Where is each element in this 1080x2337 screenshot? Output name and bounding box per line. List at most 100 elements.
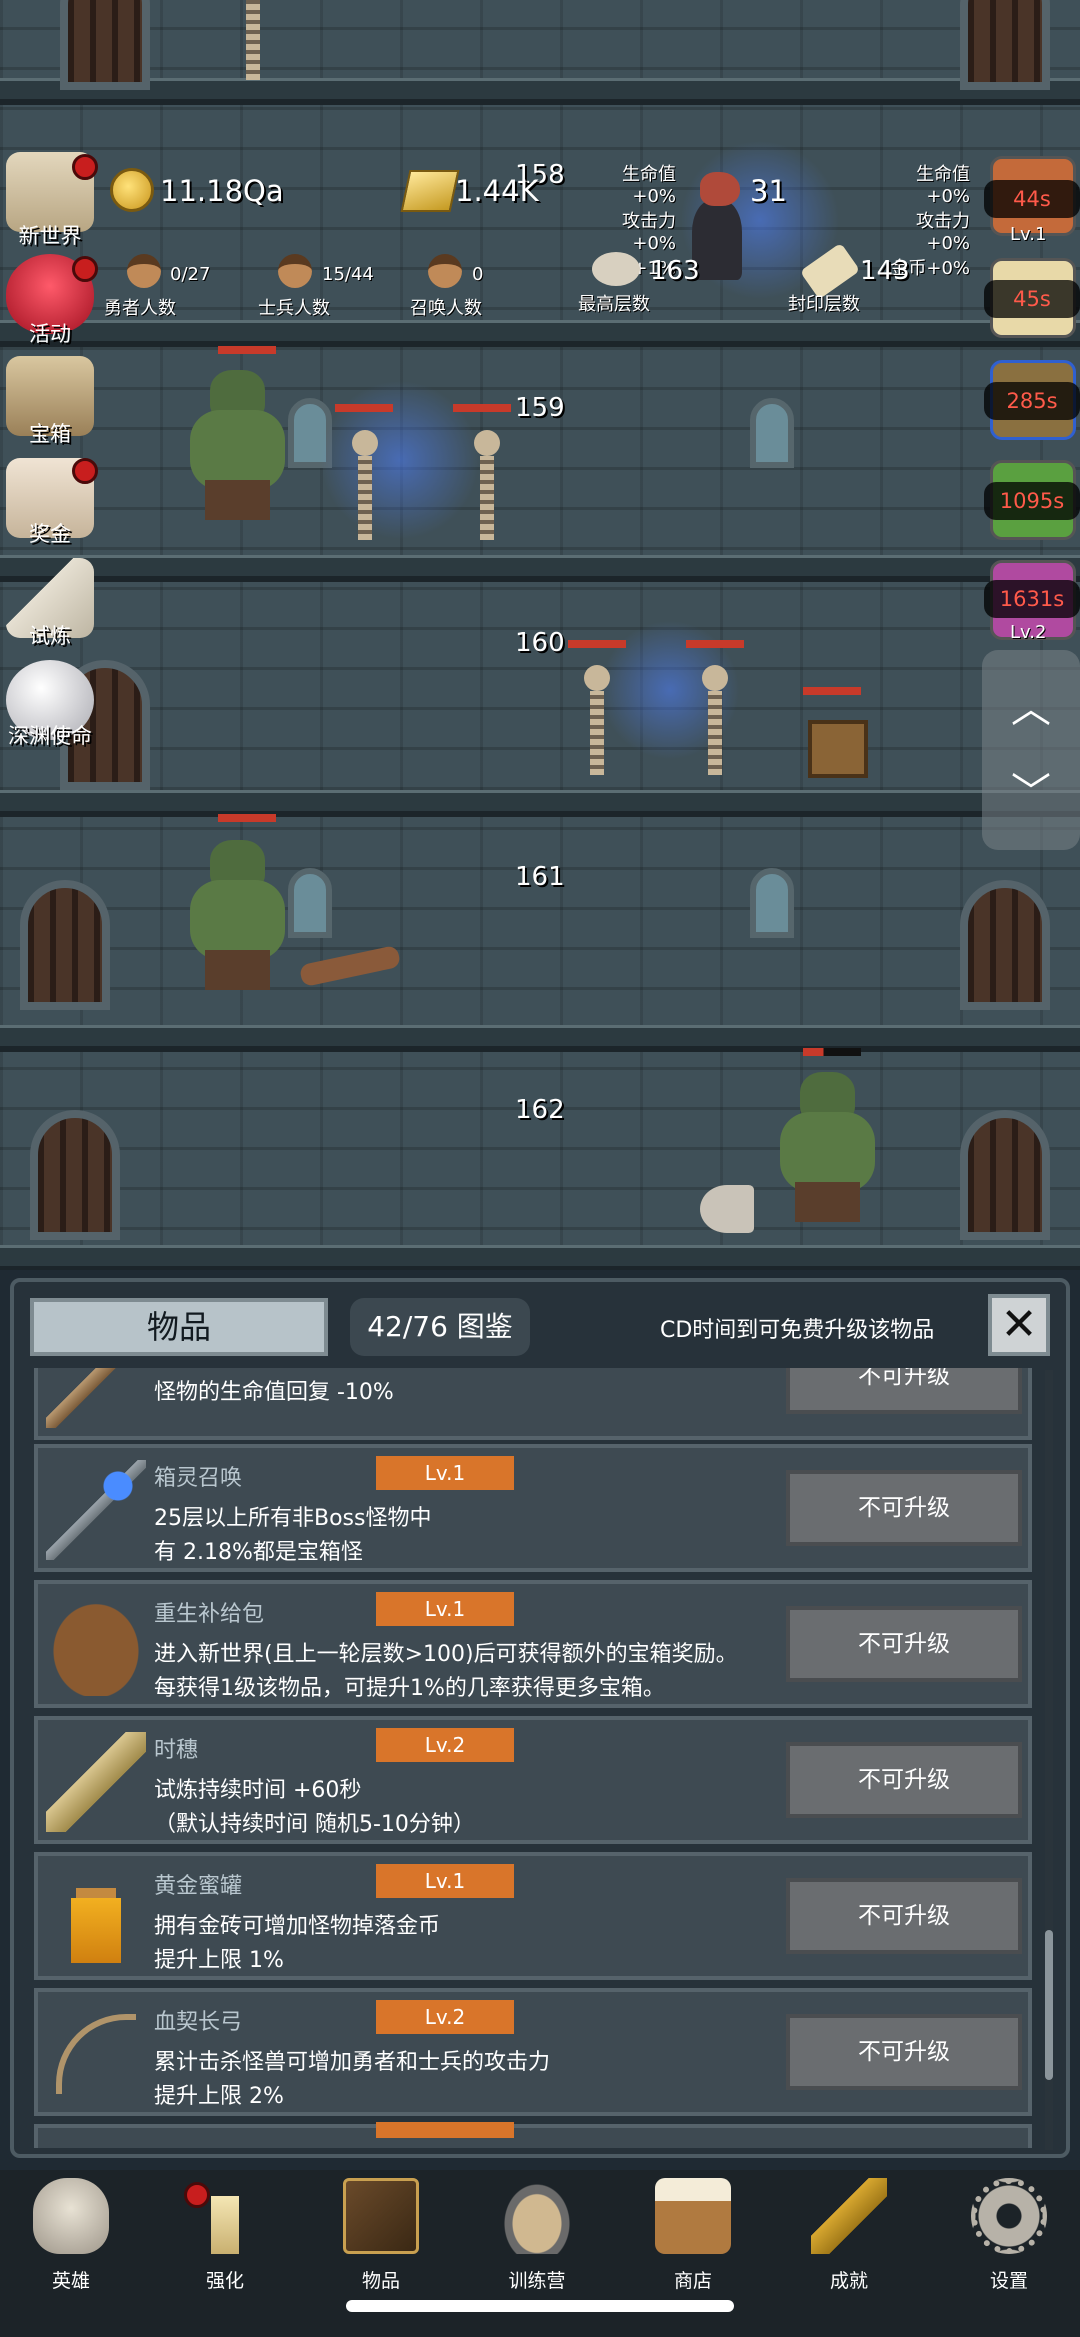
max-floor-label: 最高层数 [578,294,650,315]
floor-divider [0,790,1080,817]
orc-monster[interactable] [770,1072,880,1222]
nav-items[interactable]: 物品 [318,2178,438,2298]
dungeon-door [30,1110,120,1240]
item-name: 箱灵召唤 [154,1466,243,1491]
upgrade-button[interactable]: 不可升级 [786,1878,1022,1954]
nav-training-camp[interactable]: 训练营 [474,2178,594,2298]
nav-settings[interactable]: 设置 [946,2178,1066,2298]
skull-icon [33,2178,109,2254]
level-badge: Lv.1 [376,1456,514,1490]
item-row: 黄金蜜罐 Lv.1 拥有金砖可增加怪物掉落金币 提升上限 1% 不可升级 [34,1852,1032,1980]
staff-icon [46,1368,146,1428]
key-icon [811,2178,887,2254]
orc-monster[interactable] [180,370,290,520]
chevron-down-icon[interactable]: ﹀ [982,760,1080,818]
mug-icon [655,2178,731,2254]
floor-number: 160 [515,628,565,658]
soldier-count: 15/44 [322,264,374,285]
hp-bar [803,1048,861,1056]
summon-count-label: 召唤人数 [410,298,482,319]
gear-icon [971,2178,1047,2254]
hp-bar [218,814,276,822]
hp-bar [335,404,393,412]
level-badge: Lv.1 [376,1864,514,1898]
item-list[interactable]: 怪物的生命值回复 -10% 不可升级 箱灵召唤 Lv.1 25层以上所有非Bos… [34,1368,1040,2148]
book-icon [343,2178,419,2254]
dungeon-door [960,0,1050,90]
notification-dot [72,154,98,180]
nav-achievements[interactable]: 成就 [786,2178,906,2298]
item-row [34,2122,1032,2148]
orc-monster[interactable] [180,840,290,990]
hero-count-label: 勇者人数 [104,298,176,319]
list-scroll-thumb[interactable] [1045,1930,1053,2080]
item-row: 重生补给包 Lv.1 进入新世界(且上一轮层数>100)后可获得额外的宝箱奖励。… [34,1580,1032,1708]
notification-dot [184,2182,210,2208]
backpack-icon [46,1596,146,1696]
honey-jar-icon [46,1868,146,1968]
meat-count: 31 [750,174,787,208]
item-row: 时穗 Lv.2 试炼持续时间 +60秒 （默认持续时间 随机5-10分钟） 不可… [34,1716,1032,1844]
max-floor-value: 163 [650,256,700,286]
hp-bar [218,346,276,354]
gold-count: 1.44K [455,174,539,208]
home-indicator[interactable] [346,2300,734,2312]
level-badge: Lv.2 [376,2000,514,2034]
close-button[interactable]: ✕ [988,1294,1050,1356]
hero-skeleton [228,0,278,80]
floor-divider [0,1025,1080,1052]
floor-divider [0,320,1080,347]
item-name: 黄金蜜罐 [154,1874,243,1899]
coin-count: 11.18Qa [160,174,284,208]
stone-icon [592,252,640,286]
longbow-icon [56,2014,136,2094]
nav-enhance[interactable]: 强化 [162,2178,282,2298]
dungeon-window [750,868,794,938]
lantern-icon [499,2178,575,2254]
meat-icon [700,172,740,206]
axe-weapon [700,1185,754,1233]
wheat-icon [46,1732,146,1832]
skeleton-monster[interactable] [690,665,740,775]
seal-floor-value: 143 [860,256,910,286]
nav-shop[interactable]: 商店 [630,2178,750,2298]
summon-count: 0 [472,264,484,285]
gold-bar-icon [400,170,460,212]
item-name: 时穗 [154,1738,199,1763]
dungeon-door [960,1110,1050,1240]
treasure-chest-monster[interactable] [808,720,868,778]
dungeon-door [60,0,150,90]
coin-icon [110,168,154,212]
floor-number: 162 [515,1095,565,1125]
upgrade-button[interactable]: 不可升级 [786,1368,1022,1414]
notification-dot [72,256,98,282]
scepter-icon [46,1460,146,1560]
hero-face-icon [127,254,161,288]
skeleton-monster[interactable] [462,430,512,540]
item-name: 血契长弓 [154,2010,243,2035]
notification-dot [72,458,98,484]
level-badge: Lv.2 [376,1728,514,1762]
level-badge: Lv.1 [376,1592,514,1626]
dungeon-window [288,868,332,938]
nav-heroes[interactable]: 英雄 [8,2178,128,2298]
upgrade-button[interactable]: 不可升级 [786,1742,1022,1818]
panel-title: 物品 [30,1298,328,1356]
hp-bar [568,640,626,648]
skeleton-monster[interactable] [340,430,390,540]
collection-button[interactable]: 42/76 图鉴 [350,1298,530,1356]
hp-bar [453,404,511,412]
skeleton-monster[interactable] [572,665,622,775]
floor-divider [0,555,1080,582]
dungeon-door [960,880,1050,1010]
chevron-up-icon[interactable]: ︿ [982,676,1080,734]
hp-bar [686,640,744,648]
item-row: 怪物的生命值回复 -10% 不可升级 [34,1368,1032,1440]
soldier-count-label: 士兵人数 [258,298,330,319]
floor-scroll-control: ︿ ﹀ [982,650,1080,850]
hp-bar [803,687,861,695]
upgrade-button[interactable]: 不可升级 [786,1606,1022,1682]
dungeon-door [20,880,110,1010]
upgrade-button[interactable]: 不可升级 [786,1470,1022,1546]
upgrade-button[interactable]: 不可升级 [786,2014,1022,2090]
